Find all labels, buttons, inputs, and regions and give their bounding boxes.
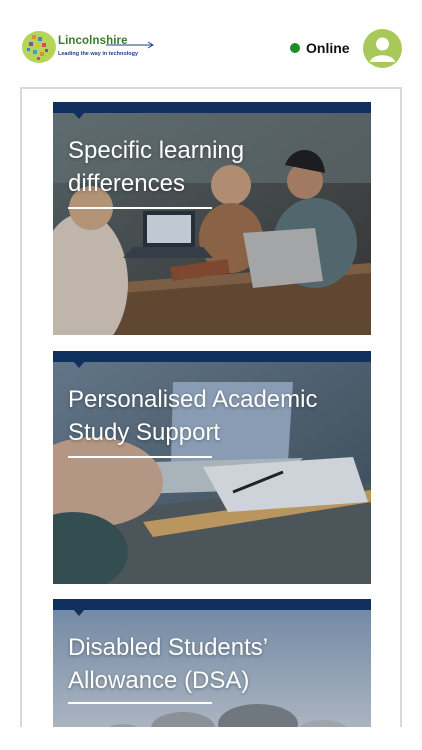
card-title-underline [68, 207, 212, 209]
logo-mark-icon [22, 31, 56, 63]
card-header-bar [53, 599, 371, 610]
card-title: Specific learning differences [68, 137, 245, 197]
card-title: Disabled Students’ Allowance (DSA) [68, 634, 268, 694]
logo-tagline: Leading the way in technology [58, 51, 139, 57]
card-personalised-academic-study-support[interactable]: Personalised Academic Study Support [53, 351, 371, 584]
card-title-underline [68, 702, 212, 704]
card-header-bar [53, 351, 371, 362]
card-notch [73, 112, 85, 119]
user-avatar-icon[interactable] [363, 29, 402, 68]
card-title: Personalised Academic Study Support [68, 386, 318, 446]
card-notch [73, 361, 85, 368]
card-header-bar [53, 102, 371, 113]
card-notch [73, 609, 85, 616]
online-status: Online [290, 39, 350, 57]
card-disabled-students-allowance[interactable]: Disabled Students’ Allowance (DSA) [53, 599, 371, 727]
card-title-underline [68, 456, 212, 458]
card-specific-learning-differences[interactable]: Specific learning differences [53, 102, 371, 335]
status-label: Online [306, 40, 350, 56]
logo-arrow-icon [106, 41, 154, 49]
app-header: Lincolnshire Leading the way in technolo… [0, 0, 422, 88]
status-dot-icon [290, 43, 300, 53]
user-silhouette-icon [370, 37, 395, 62]
lincolnshire-logo[interactable]: Lincolnshire Leading the way in technolo… [20, 27, 154, 69]
content-frame: Specific learning differences Personalis [20, 87, 402, 727]
